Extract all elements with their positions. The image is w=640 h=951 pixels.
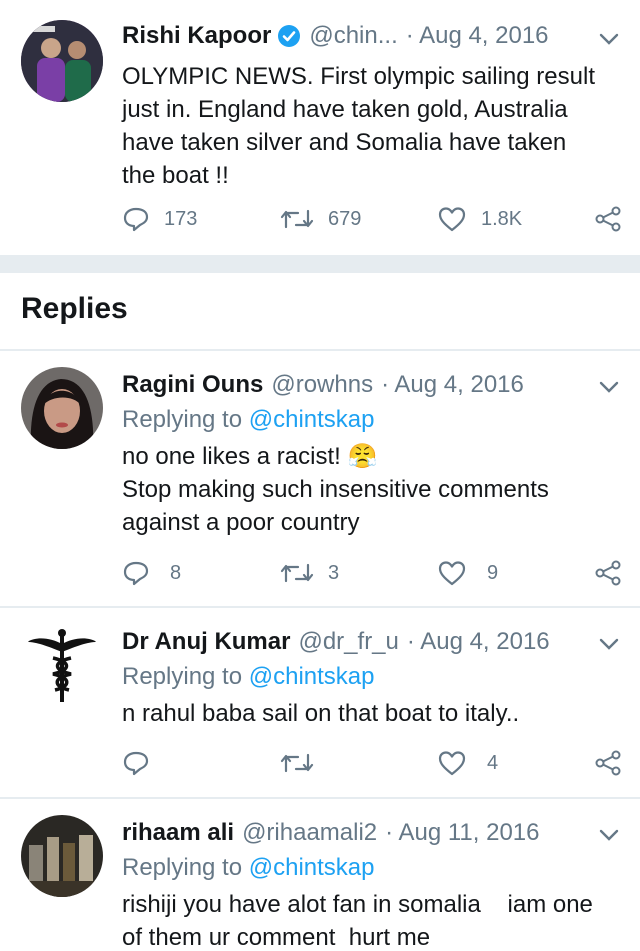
replying-to: Replying to @chintskap — [122, 660, 622, 693]
tweet-text-line: rishiji you have alot fan in somalia iam… — [122, 891, 593, 918]
tweet-date[interactable]: · Aug 4, 2016 — [381, 371, 524, 399]
chevron-down-icon[interactable] — [598, 828, 620, 842]
share-button[interactable] — [594, 559, 622, 587]
retweet-count: 679 — [328, 207, 362, 230]
reply-button[interactable]: 8 — [122, 559, 181, 587]
retweet-icon — [280, 209, 314, 229]
tweet-text-line: n rahul baba sail on that boat to italy.… — [122, 700, 520, 727]
like-count: 4 — [487, 751, 499, 774]
chevron-down-icon[interactable] — [598, 32, 620, 46]
tweet-actions: 8 3 9 — [122, 559, 622, 593]
replying-to-label: Replying to — [122, 406, 243, 433]
tweet-actions: 173 679 1.8K — [122, 205, 622, 239]
like-count: 9 — [487, 561, 499, 584]
reply-count: 8 — [170, 561, 182, 584]
retweet-count: 3 — [328, 561, 340, 584]
like-button[interactable]: 1.8K — [437, 205, 522, 233]
tweet-date[interactable]: · Aug 4, 2016 — [407, 628, 550, 656]
main-tweet[interactable]: Rishi Kapoor @chin... · Aug 4, 2016 OLYM… — [0, 0, 640, 252]
reply-icon — [123, 207, 149, 232]
avatar-photo — [21, 367, 103, 449]
tweet-text-line: Stop making such insensitive comments — [122, 476, 549, 503]
reply-button[interactable]: 173 — [122, 205, 197, 233]
share-button[interactable] — [594, 749, 622, 777]
display-name[interactable]: Ragini Ouns — [122, 371, 263, 399]
share-icon — [595, 206, 621, 232]
chevron-down-icon[interactable] — [598, 637, 620, 651]
heart-icon — [438, 561, 466, 586]
tweet-body: Replying to @chintskap rishiji you have … — [122, 851, 622, 951]
tweet-text: OLYMPIC NEWS. First olympic sailing resu… — [122, 60, 622, 192]
like-button[interactable]: 4 — [437, 749, 498, 777]
chevron-down-icon[interactable] — [598, 380, 620, 394]
retweet-icon — [280, 563, 314, 583]
like-button[interactable]: 9 — [437, 559, 498, 587]
avatar[interactable] — [21, 624, 103, 706]
tweet-text-line: OLYMPIC NEWS. First olympic sailing resu… — [122, 63, 595, 90]
heart-icon — [438, 751, 466, 776]
avatar[interactable] — [21, 20, 103, 102]
user-handle[interactable]: @rihaamali2 — [242, 819, 377, 847]
reply-button[interactable] — [122, 749, 164, 777]
tweet-text-line: just in. England have taken gold, Austra… — [122, 96, 568, 123]
tweet-text-line: the boat !! — [122, 162, 229, 189]
replying-to-label: Replying to — [122, 663, 243, 690]
share-button[interactable] — [594, 205, 622, 233]
avatar-photo — [21, 815, 103, 897]
verified-badge-icon — [278, 25, 301, 47]
replies-heading: Replies — [21, 292, 128, 325]
share-icon — [595, 750, 621, 776]
retweet-button[interactable]: 3 — [280, 559, 339, 587]
user-handle[interactable]: @dr_fr_u — [298, 628, 398, 656]
replying-to: Replying to @chintskap — [122, 851, 622, 884]
tweet-date[interactable]: · Aug 4, 2016 — [406, 22, 549, 50]
tweet-text-line: against a poor country — [122, 509, 360, 536]
heart-icon — [438, 207, 466, 232]
tweet-header: rihaam ali @rihaamali2 · Aug 11, 2016 — [122, 819, 580, 847]
tweet-header: Dr Anuj Kumar @dr_fr_u · Aug 4, 2016 — [122, 628, 580, 656]
tweet-header: Ragini Ouns @rowhns · Aug 4, 2016 — [122, 371, 580, 399]
display-name[interactable]: Rishi Kapoor — [122, 22, 271, 50]
reply-icon — [123, 751, 149, 776]
retweet-button[interactable]: 679 — [280, 205, 361, 233]
like-count: 1.8K — [481, 207, 523, 230]
replying-to-handle[interactable]: @chintskap — [249, 663, 375, 690]
share-icon — [595, 560, 621, 586]
avatar-photo — [21, 20, 103, 102]
tweet-actions: 4 — [122, 749, 622, 783]
section-divider — [0, 255, 640, 273]
caduceus-icon — [21, 624, 103, 706]
tweet-body: Replying to @chintskap no one likes a ra… — [122, 403, 622, 539]
replying-to: Replying to @chintskap — [122, 403, 622, 436]
reply-tweet[interactable]: rihaam ali @rihaamali2 · Aug 11, 2016 Re… — [0, 799, 640, 951]
display-name[interactable]: rihaam ali — [122, 819, 234, 847]
avatar[interactable] — [21, 815, 103, 897]
replying-to-handle[interactable]: @chintskap — [249, 854, 375, 881]
tweet-text-line: no one likes a racist! 😤 — [122, 443, 378, 470]
display-name[interactable]: Dr Anuj Kumar — [122, 628, 290, 656]
tweet-date[interactable]: · Aug 11, 2016 — [385, 819, 539, 847]
user-handle[interactable]: @chin... — [309, 22, 397, 50]
reply-count: 173 — [164, 207, 198, 230]
tweet-text-line: of them ur comment hurt me — [122, 924, 431, 951]
user-handle[interactable]: @rowhns — [271, 371, 373, 399]
retweet-button[interactable] — [280, 749, 328, 777]
tweet-header: Rishi Kapoor @chin... · Aug 4, 2016 — [122, 22, 580, 50]
reply-tweet[interactable]: Dr Anuj Kumar @dr_fr_u · Aug 4, 2016 Rep… — [0, 608, 640, 797]
replying-to-handle[interactable]: @chintskap — [249, 406, 375, 433]
tweet-body: Replying to @chintskap n rahul baba sail… — [122, 660, 622, 730]
tweet-text-line: have taken silver and Somalia have taken — [122, 129, 567, 156]
replying-to-label: Replying to — [122, 854, 243, 881]
reply-icon — [123, 561, 149, 586]
retweet-icon — [280, 753, 314, 773]
reply-tweet[interactable]: Ragini Ouns @rowhns · Aug 4, 2016 Replyi… — [0, 351, 640, 605]
avatar[interactable] — [21, 367, 103, 449]
